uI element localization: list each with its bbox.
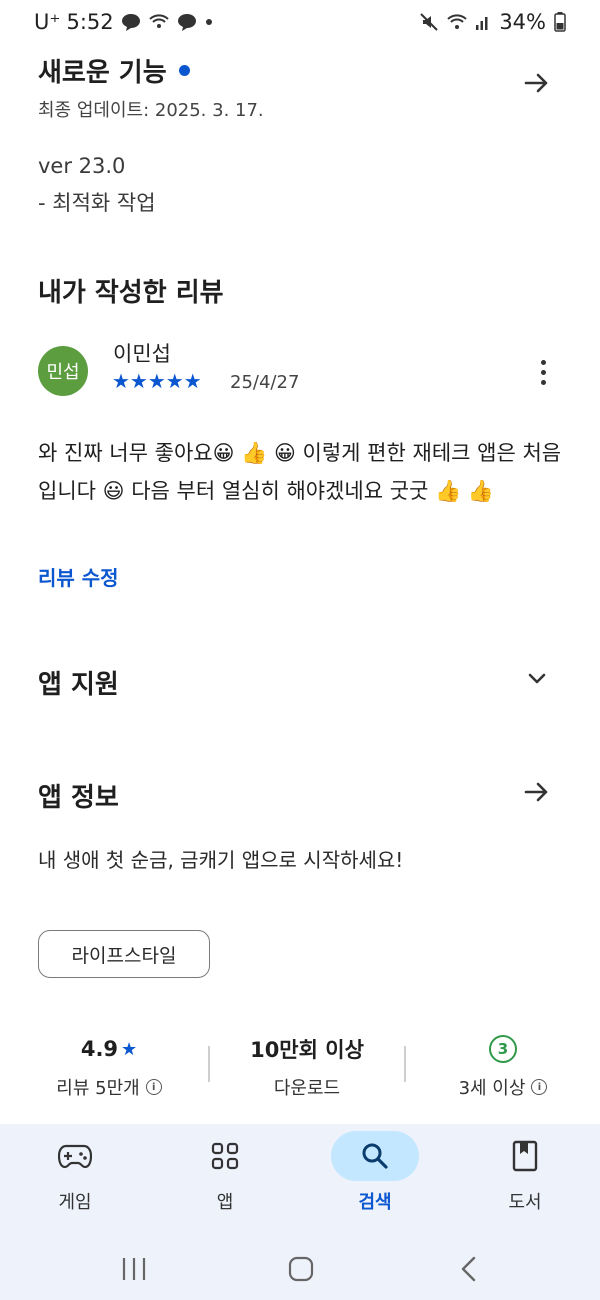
signal-icon bbox=[475, 13, 491, 31]
chat-bubble-icon bbox=[176, 12, 198, 32]
system-navigation-bar bbox=[0, 1248, 600, 1288]
gamepad-icon bbox=[43, 1138, 107, 1174]
status-time: 5:52 bbox=[66, 10, 114, 34]
recent-apps-icon[interactable] bbox=[120, 1256, 148, 1286]
whats-new-arrow-icon[interactable] bbox=[517, 63, 557, 103]
rating-star-icon: ★ bbox=[121, 1038, 138, 1060]
nav-item-search[interactable]: 검색 bbox=[315, 1131, 435, 1214]
mute-icon bbox=[419, 12, 439, 32]
star-rating: ★★★★★ bbox=[112, 369, 202, 393]
stat-divider bbox=[404, 1046, 406, 1082]
nav-item-apps[interactable]: 앱 bbox=[165, 1138, 285, 1214]
home-icon[interactable] bbox=[288, 1256, 314, 1286]
more-options-icon[interactable] bbox=[528, 352, 558, 392]
wifi-calling-icon bbox=[148, 12, 170, 32]
app-support-title[interactable]: 앱 지원 bbox=[38, 664, 119, 701]
rating-value: 4.9 bbox=[80, 1037, 119, 1061]
info-icon[interactable]: i bbox=[145, 1079, 162, 1095]
stat-divider bbox=[208, 1046, 210, 1082]
my-review-title: 내가 작성한 리뷰 bbox=[38, 278, 224, 308]
rating-stat: 4.9 ★ 리뷰 5만개 i bbox=[24, 1034, 194, 1100]
apps-grid-icon bbox=[193, 1138, 257, 1174]
review-text: 와 진짜 너무 좋아요😀 👍 😀 이렇게 편한 재테크 앱은 처음 입니다 😃 … bbox=[38, 441, 562, 503]
release-note-item: - 최적화 작업 bbox=[38, 191, 156, 215]
review-date: 25/4/27 bbox=[230, 372, 300, 393]
category-chip[interactable]: 라이프스타일 bbox=[38, 930, 210, 978]
version-label: ver 23.0 bbox=[38, 154, 126, 178]
age-rating-stat: 3 3세 이상 i bbox=[418, 1034, 588, 1100]
reviewer-name: 이민섭 bbox=[113, 342, 171, 366]
battery-percent: 34% bbox=[499, 10, 546, 34]
release-notes: ver 23.0 - 최적화 작업 bbox=[38, 148, 156, 222]
new-indicator-dot bbox=[178, 65, 190, 76]
nav-label: 게임 bbox=[58, 1192, 92, 1213]
age-rating-label: 3세 이상 bbox=[458, 1078, 526, 1099]
download-count: 10만회 이상 bbox=[250, 1038, 364, 1062]
nav-label: 검색 bbox=[358, 1192, 392, 1213]
back-icon[interactable] bbox=[458, 1256, 480, 1286]
app-info-title[interactable]: 앱 정보 bbox=[38, 777, 119, 814]
downloads-label: 다운로드 bbox=[273, 1078, 341, 1099]
bottom-navigation: 게임 앱 검색 도서 bbox=[0, 1124, 600, 1300]
last-updated: 최종 업데이트: 2025. 3. 17. bbox=[38, 100, 264, 121]
age-rating-badge: 3 bbox=[489, 1035, 517, 1063]
edit-review-link[interactable]: 리뷰 수정 bbox=[38, 562, 119, 591]
book-icon bbox=[493, 1138, 557, 1174]
app-tagline: 내 생애 첫 순금, 금캐기 앱으로 시작하세요! bbox=[38, 848, 404, 872]
wifi-icon bbox=[447, 13, 468, 31]
status-bar: U⁺ 5:52 34% bbox=[0, 0, 600, 46]
whats-new-title: 새로운 기능 bbox=[38, 58, 167, 88]
review-count: 리뷰 5만개 bbox=[56, 1078, 140, 1099]
nav-label: 도서 bbox=[508, 1192, 542, 1213]
whats-new-header[interactable]: 새로운 기능 bbox=[38, 52, 190, 89]
carrier-label: U⁺ bbox=[34, 10, 61, 34]
info-icon[interactable]: i bbox=[531, 1079, 548, 1095]
battery-icon bbox=[554, 12, 566, 32]
chat-bubble-icon bbox=[120, 12, 142, 32]
dot-icon bbox=[204, 17, 214, 27]
search-icon bbox=[331, 1131, 419, 1181]
nav-item-books[interactable]: 도서 bbox=[465, 1138, 585, 1214]
downloads-stat: 10만회 이상 다운로드 bbox=[222, 1034, 392, 1100]
nav-item-games[interactable]: 게임 bbox=[15, 1138, 135, 1214]
avatar: 민섭 bbox=[38, 346, 88, 396]
app-info-arrow-icon[interactable] bbox=[517, 772, 557, 812]
chevron-down-icon[interactable] bbox=[517, 658, 557, 698]
nav-label: 앱 bbox=[216, 1192, 234, 1213]
